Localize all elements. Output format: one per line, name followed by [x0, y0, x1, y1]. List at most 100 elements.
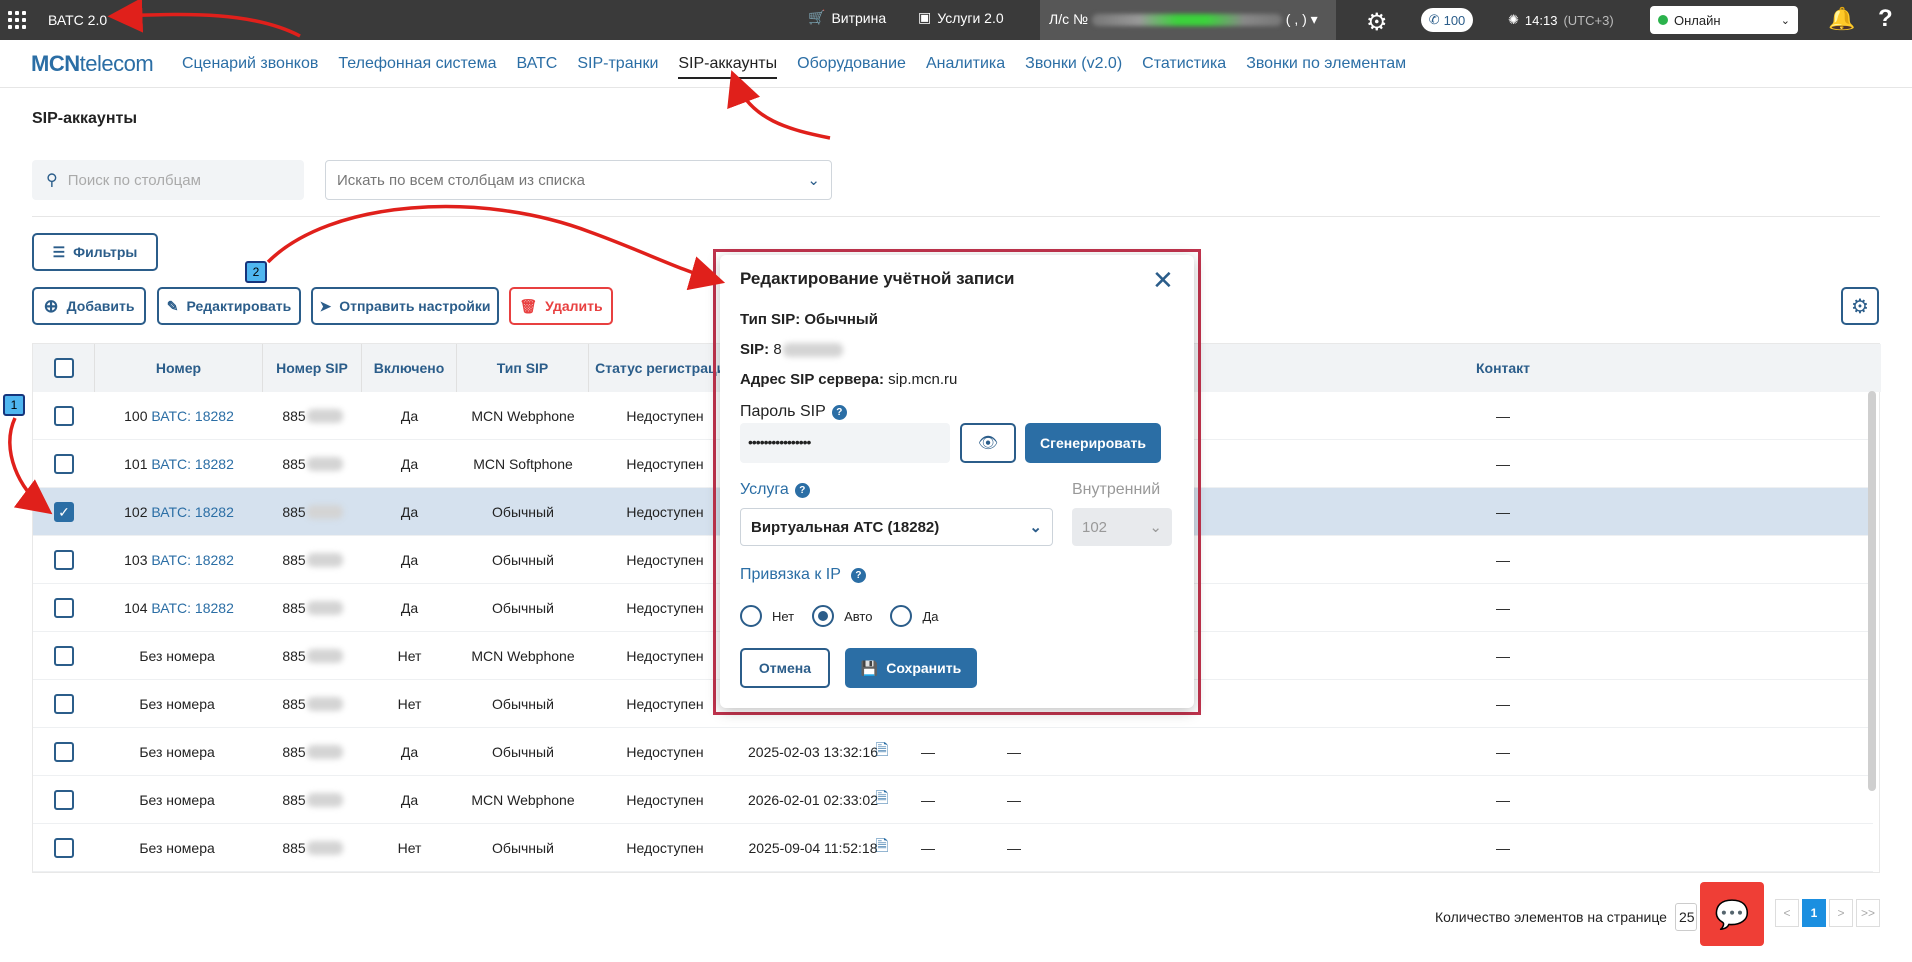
help-icon[interactable]: ? — [1878, 5, 1893, 33]
row-checkbox[interactable] — [54, 550, 74, 570]
nav-item-4[interactable]: SIP-аккаунты — [678, 55, 778, 79]
add-button[interactable]: ⊕ Добавить — [32, 287, 146, 325]
cell-enabled: Нет — [397, 648, 422, 664]
cancel-button[interactable]: Отмена — [740, 648, 830, 688]
services-label: Услуги 2.0 — [937, 9, 1004, 26]
header-enabled[interactable]: Включено — [362, 344, 457, 392]
vats-link[interactable]: ВАТС: 18282 — [151, 408, 234, 424]
last-page-button[interactable]: >> — [1856, 899, 1880, 927]
globe-icon: ✺ — [1508, 12, 1519, 27]
status-select[interactable]: Онлайн ⌄ — [1650, 6, 1798, 34]
table-settings-gear-icon[interactable]: ⚙ — [1841, 287, 1879, 325]
nav-item-2[interactable]: ВАТС — [516, 55, 557, 79]
services-link[interactable]: ▣ Услуги 2.0 — [918, 9, 1004, 26]
page-size-select[interactable]: 25 — [1674, 903, 1697, 931]
header-contact[interactable]: Контакт — [1433, 344, 1573, 392]
row-checkbox[interactable] — [54, 454, 74, 474]
delete-button[interactable]: 🗑 Удалить — [509, 287, 613, 325]
vats-link[interactable]: ВАТС: 18282 — [151, 600, 234, 616]
prev-page-button[interactable]: < — [1775, 899, 1799, 927]
service-label: Услуга? — [740, 481, 810, 499]
help-icon[interactable]: ? — [794, 482, 810, 498]
log-doc-icon[interactable]: 🗎 — [867, 776, 897, 824]
row-checkbox[interactable] — [54, 646, 74, 666]
top-bar: ВАТС 2.0 🛒 Витрина ▣ Услуги 2.0 Л/с № ( … — [0, 0, 1912, 40]
pagination: < 1 > >> — [1775, 899, 1880, 927]
logo[interactable]: MCNtelecom — [31, 51, 154, 77]
table-row[interactable]: Без номера 885 Нет Обычный Недоступен 2025-0… — [33, 824, 1873, 872]
app-title[interactable]: ВАТС 2.0 — [48, 12, 107, 28]
row-checkbox[interactable] — [54, 406, 74, 426]
save-button[interactable]: 💾 Сохранить — [845, 648, 977, 688]
header-sip-number[interactable]: Номер SIP — [263, 344, 362, 392]
chat-support-icon[interactable]: 💬 — [1700, 882, 1764, 946]
cell-c2: — — [1007, 744, 1021, 760]
password-label: Пароль SIP? — [740, 403, 847, 421]
show-password-eye-icon[interactable]: 👁 — [960, 423, 1016, 463]
nav-item-5[interactable]: Оборудование — [797, 55, 906, 79]
row-checkbox[interactable] — [54, 838, 74, 858]
apps-grid-icon[interactable] — [8, 11, 26, 29]
radio-yes[interactable]: Да — [890, 605, 939, 627]
page-1-button[interactable]: 1 — [1802, 899, 1826, 927]
filters-button[interactable]: ☰ Фильтры — [32, 233, 158, 271]
row-checkbox[interactable] — [54, 742, 74, 762]
cell-contact: — — [1496, 600, 1510, 616]
settings-gear-icon[interactable]: ⚙ — [1366, 8, 1388, 37]
phone-lines-badge[interactable]: ✆ 100 — [1421, 8, 1473, 32]
vats-link[interactable]: ВАТС: 18282 — [151, 456, 234, 472]
row-checkbox-cell — [33, 440, 95, 488]
row-checkbox[interactable] — [54, 790, 74, 810]
cell-enabled: Нет — [397, 696, 422, 712]
delete-label: Удалить — [545, 298, 603, 314]
cell-contact: — — [1496, 552, 1510, 568]
nav-items: Сценарий звонков Телефонная система ВАТС SI… — [182, 55, 1406, 79]
next-page-button[interactable]: > — [1829, 899, 1853, 927]
password-field[interactable]: •••••••••••••••• — [740, 423, 950, 463]
help-icon[interactable]: ? — [831, 404, 847, 420]
nav-item-1[interactable]: Телефонная система — [338, 55, 496, 79]
edit-button[interactable]: ✎ Редактировать — [157, 287, 301, 325]
radio-auto[interactable]: Авто — [812, 605, 872, 627]
select-all-checkbox[interactable] — [53, 358, 74, 378]
table-row[interactable]: Без номера 885 Да MCN Webphone Недоступен 20… — [33, 776, 1873, 824]
nav-item-8[interactable]: Статистика — [1142, 55, 1226, 79]
bell-icon[interactable]: 🔔 — [1828, 6, 1855, 32]
service-select[interactable]: Виртуальная АТС (18282) ⌄ — [740, 508, 1053, 546]
log-doc-icon[interactable]: 🗎 — [867, 728, 897, 776]
row-checkbox[interactable] — [54, 694, 74, 714]
vitrina-link[interactable]: 🛒 Витрина — [808, 9, 886, 26]
nav-item-9[interactable]: Звонки по элементам — [1246, 55, 1406, 79]
cell-sip-type: Обычный — [492, 696, 554, 712]
generate-button[interactable]: Сгенерировать — [1025, 423, 1161, 463]
timezone: (UTC+3) — [1563, 12, 1614, 28]
redacted-number — [306, 649, 343, 663]
nav-item-7[interactable]: Звонки (v2.0) — [1025, 55, 1122, 79]
row-checkbox[interactable]: ✓ — [54, 502, 74, 522]
cell-number: Без номера — [139, 840, 215, 856]
cell-sip-type: MCN Webphone — [471, 408, 575, 424]
table-row[interactable]: Без номера 885 Да Обычный Недоступен 2025-02… — [33, 728, 1873, 776]
radio-no[interactable]: Нет — [740, 605, 794, 627]
vats-link[interactable]: ВАТС: 18282 — [151, 552, 234, 568]
log-doc-icon[interactable]: 🗎 — [867, 824, 897, 872]
row-checkbox-cell — [33, 632, 95, 680]
header-sip-type[interactable]: Тип SIP — [457, 344, 589, 392]
nav-item-3[interactable]: SIP-транки — [577, 55, 658, 79]
header-number[interactable]: Номер — [95, 344, 263, 392]
nav-item-0[interactable]: Сценарий звонков — [182, 55, 318, 79]
nav-item-6[interactable]: Аналитика — [926, 55, 1005, 79]
cell-enabled: Да — [400, 552, 419, 568]
account-selector[interactable]: Л/с № ( , ) ▾ — [1040, 0, 1336, 40]
help-icon[interactable]: ? — [850, 567, 866, 583]
row-checkbox[interactable] — [54, 598, 74, 618]
search-input[interactable]: ⚲ Поиск по столбцам — [32, 160, 304, 200]
page-title: SIP-аккаунты — [32, 110, 137, 127]
send-settings-button[interactable]: ➤ Отправить настройки — [311, 287, 499, 325]
column-search-select[interactable]: Искать по всем столбцам из списка ⌄ — [325, 160, 832, 200]
cell-sip-type: Обычный — [492, 744, 554, 760]
close-icon[interactable]: ✕ — [1152, 265, 1174, 296]
cell-c1: — — [921, 840, 935, 856]
table-scrollbar[interactable] — [1868, 391, 1876, 791]
vats-link[interactable]: ВАТС: 18282 — [151, 504, 234, 520]
